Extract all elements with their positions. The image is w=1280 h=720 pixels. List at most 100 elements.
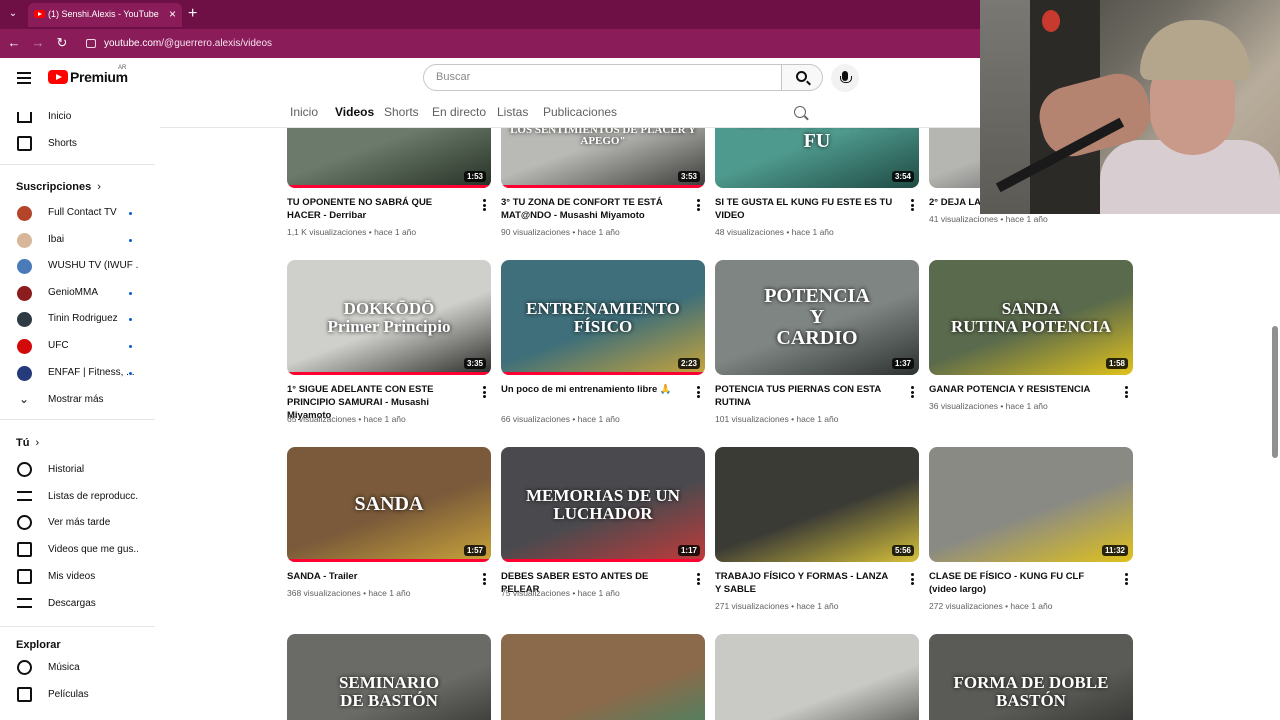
- subscription-item[interactable]: Full Contact TV: [0, 200, 155, 226]
- tab-listas[interactable]: Listas: [497, 105, 528, 119]
- video-thumbnail[interactable]: SANDA RUTINA POTENCIA 1:58: [929, 260, 1133, 375]
- video-title[interactable]: TRABAJO FÍSICO Y FORMAS - LANZA Y SABLE: [715, 570, 895, 596]
- divider: [0, 419, 155, 420]
- sidebar-item-you[interactable]: Descargas: [0, 591, 155, 617]
- video-thumbnail[interactable]: MEMORIAS DE UN LUCHADOR 1:17: [501, 447, 705, 562]
- video-title[interactable]: SANDA - Trailer: [287, 570, 467, 583]
- channel-avatar: [17, 285, 32, 301]
- tab-en-directo[interactable]: En directo: [432, 105, 486, 119]
- sidebar-item-you-label: Mis videos: [48, 570, 96, 582]
- forward-icon[interactable]: →: [30, 35, 46, 51]
- divider: [0, 626, 155, 627]
- close-tab-icon[interactable]: ×: [169, 7, 176, 21]
- music-icon: [17, 660, 32, 675]
- show-more-button[interactable]: ⌄ Mostrar más: [0, 387, 155, 413]
- search-input[interactable]: Buscar: [423, 64, 782, 91]
- more-actions-icon[interactable]: [483, 199, 487, 211]
- video-thumbnail[interactable]: [501, 634, 705, 720]
- subscription-item[interactable]: Ibai: [0, 227, 155, 253]
- more-actions-icon[interactable]: [911, 386, 915, 398]
- subscription-item[interactable]: ENFAF | Fitness, ...: [0, 360, 155, 386]
- subscription-item[interactable]: Tinin Rodriguez: [0, 306, 155, 332]
- sidebar-item-explore[interactable]: Películas: [0, 682, 155, 708]
- channel-avatar: [17, 365, 32, 381]
- video-metadata: 368 visualizaciones • hace 1 año: [287, 588, 411, 598]
- you-heading[interactable]: Tú ›: [16, 437, 39, 449]
- sidebar-item-you[interactable]: Mis videos: [0, 564, 155, 590]
- more-actions-icon[interactable]: [483, 386, 487, 398]
- video-title[interactable]: Un poco de mi entrenamiento libre 🙏: [501, 383, 681, 396]
- video-metadata: 271 visualizaciones • hace 1 año: [715, 601, 839, 611]
- tab-inicio[interactable]: Inicio: [290, 105, 318, 119]
- subscriptions-heading[interactable]: Suscripciones ›: [16, 181, 101, 193]
- tab-shorts[interactable]: Shorts: [384, 105, 419, 119]
- thumbnail-text: SANDA RUTINA POTENCIA: [950, 298, 1112, 336]
- video-title[interactable]: CLASE DE FÍSICO - KUNG FU CLF (video lar…: [929, 570, 1109, 596]
- more-actions-icon[interactable]: [697, 199, 701, 211]
- more-actions-icon[interactable]: [911, 573, 915, 585]
- more-actions-icon[interactable]: [1125, 573, 1129, 585]
- tab-videos[interactable]: Videos: [335, 105, 375, 130]
- video-title[interactable]: POTENCIA TUS PIERNAS CON ESTA RUTINA: [715, 383, 895, 409]
- video-title[interactable]: SI TE GUSTA EL KUNG FU ESTE ES TU VIDEO: [715, 196, 895, 222]
- sidebar-item-explore-label: Películas: [48, 688, 89, 700]
- page-scrollbar[interactable]: [1270, 128, 1280, 720]
- scrollbar-thumb[interactable]: [1272, 326, 1278, 458]
- thumbnail-text: SEMINARIO DE BASTÓN: [338, 672, 440, 710]
- watched-progress-bar: [501, 185, 705, 188]
- video-thumbnail[interactable]: FORMA DE DOBLE BASTÓN: [929, 634, 1133, 720]
- video-thumbnail[interactable]: ENTRENAMIENTO FÍSICO 2:23: [501, 260, 705, 375]
- tab-publicaciones[interactable]: Publicaciones: [543, 105, 617, 119]
- video-thumbnail[interactable]: 5:56: [715, 447, 919, 562]
- video-thumbnail[interactable]: SANDA 1:57: [287, 447, 491, 562]
- chevron-down-icon: ⌄: [19, 392, 30, 406]
- search-button[interactable]: [781, 64, 823, 91]
- tab-list-icon[interactable]: ⌄: [4, 6, 22, 22]
- voice-search-button[interactable]: [831, 64, 859, 92]
- video-duration: 11:32: [1101, 545, 1128, 556]
- browser-tab[interactable]: (1) Senshi.Alexis - YouTube ×: [28, 3, 182, 27]
- menu-icon[interactable]: [17, 72, 31, 84]
- subscription-label: Tinin Rodriguez: [48, 313, 118, 325]
- sidebar-item-you[interactable]: Listas de reproducc...: [0, 484, 155, 510]
- watched-progress-bar: [501, 559, 705, 562]
- sidebar-item-shorts[interactable]: Shorts: [0, 131, 155, 157]
- video-thumbnail[interactable]: DOKKŌDŌ Primer Principio 3:35: [287, 260, 491, 375]
- video-thumbnail[interactable]: "NO SEAS TERGIVERSADO POR LOS SENTIMIENT…: [501, 128, 705, 188]
- subscription-item[interactable]: GenioMMA: [0, 280, 155, 306]
- subscription-item[interactable]: UFC: [0, 333, 155, 359]
- back-icon[interactable]: ←: [6, 35, 22, 51]
- reload-icon[interactable]: ↻: [54, 35, 70, 51]
- video-title[interactable]: TU OPONENTE NO SABRÁ QUE HACER - Derriba…: [287, 196, 467, 222]
- video-thumbnail[interactable]: 1:53: [287, 128, 491, 188]
- thumbnail-text: DOKKŌDŌ Primer Principio: [327, 298, 451, 336]
- video-thumbnail[interactable]: CLASE DE KUNG FU 3:54: [715, 128, 919, 188]
- video-thumbnail[interactable]: [715, 634, 919, 720]
- sidebar-item-you-label: Videos que me gus...: [48, 544, 138, 556]
- more-actions-icon[interactable]: [483, 573, 487, 585]
- sidebar-item-inicio[interactable]: Inicio: [0, 104, 155, 130]
- new-content-dot: [129, 371, 132, 375]
- more-actions-icon[interactable]: [1125, 386, 1129, 398]
- sidebar-item-shorts-label: Shorts: [48, 138, 77, 149]
- more-actions-icon[interactable]: [697, 573, 701, 585]
- video-duration: 3:54: [891, 171, 914, 182]
- sidebar-item-you[interactable]: Ver más tarde: [0, 510, 155, 536]
- video-thumbnail[interactable]: POTENCIA Y CARDIO 1:37: [715, 260, 919, 375]
- sidebar-item-you[interactable]: Videos que me gus...: [0, 537, 155, 563]
- more-actions-icon[interactable]: [911, 199, 915, 211]
- more-actions-icon[interactable]: [697, 386, 701, 398]
- video-thumbnail[interactable]: SEMINARIO DE BASTÓN: [287, 634, 491, 720]
- video-title[interactable]: GANAR POTENCIA Y RESISTENCIA: [929, 383, 1109, 396]
- site-info-icon[interactable]: [86, 39, 96, 48]
- subscription-item[interactable]: WUSHU TV (IWUF ...: [0, 253, 155, 279]
- channel-search-icon[interactable]: [794, 106, 806, 118]
- video-thumbnail[interactable]: 11:32: [929, 447, 1133, 562]
- sidebar-item-explore[interactable]: Música: [0, 655, 155, 681]
- sidebar-item-you[interactable]: Historial: [0, 457, 155, 483]
- address-bar[interactable]: youtube.com/@guerrero.alexis/videos: [84, 34, 980, 54]
- video-title[interactable]: 3° TU ZONA DE CONFORT TE ESTÁ MAT@NDO - …: [501, 196, 681, 222]
- video-metadata: 36 visualizaciones • hace 1 año: [929, 401, 1048, 411]
- watched-progress-bar: [287, 559, 491, 562]
- new-tab-icon[interactable]: +: [188, 5, 197, 23]
